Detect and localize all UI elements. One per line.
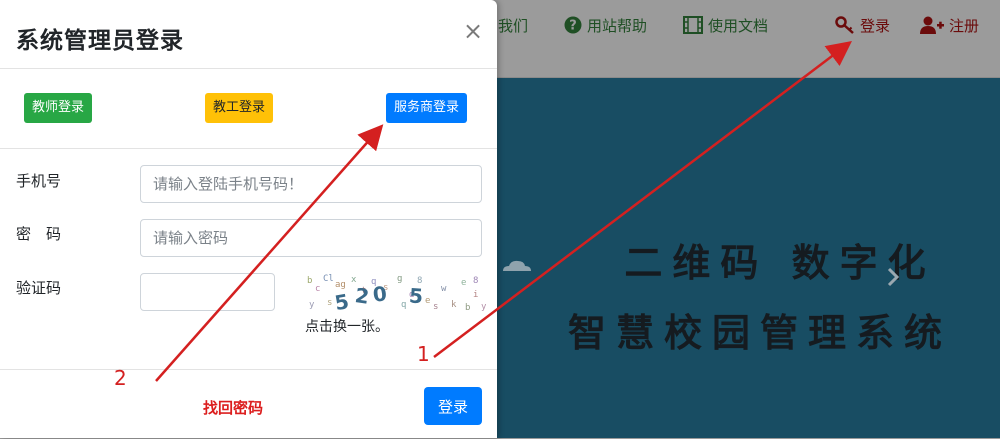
- svg-text:s: s: [327, 298, 332, 308]
- film-icon: [683, 16, 703, 34]
- nav-help-link[interactable]: ? 用站帮助: [564, 14, 647, 36]
- user-plus-icon: [920, 16, 944, 34]
- svg-text:b: b: [307, 276, 312, 286]
- svg-text:c: c: [315, 284, 320, 294]
- nav-docs-link[interactable]: 使用文档: [683, 14, 768, 36]
- nav-about-link[interactable]: 我们: [498, 14, 528, 36]
- teacher-login-button[interactable]: 教师登录: [24, 93, 93, 123]
- svg-text:y: y: [309, 300, 315, 310]
- modal-header: 系统管理员登录 ×: [0, 0, 497, 69]
- svg-text:y: y: [481, 302, 486, 312]
- svg-text:s: s: [433, 302, 438, 312]
- captcha-refresh-hint[interactable]: 点击换一张。: [305, 316, 389, 336]
- svg-text:w: w: [441, 284, 447, 294]
- close-icon[interactable]: ×: [462, 18, 484, 44]
- provider-login-button[interactable]: 服务商登录: [386, 93, 468, 123]
- svg-text:8: 8: [473, 276, 478, 286]
- nav-docs-label: 使用文档: [708, 16, 769, 35]
- nav-register-link[interactable]: 注册: [920, 14, 979, 36]
- svg-text:q: q: [401, 300, 406, 310]
- svg-text:?: ?: [569, 19, 577, 34]
- svg-text:ag: ag: [335, 280, 346, 290]
- nav-about-label: 我们: [498, 16, 529, 35]
- question-circle-icon: ?: [564, 16, 582, 34]
- banner-subheadline: 智慧校园管理系统: [567, 311, 952, 355]
- annotation-marker-2: 2: [114, 366, 127, 390]
- captcha-char-4: 5: [408, 283, 424, 308]
- svg-text:i: i: [473, 290, 478, 300]
- svg-text:g: g: [397, 274, 402, 284]
- svg-text:e: e: [425, 296, 430, 306]
- captcha-label: 验证码: [16, 279, 62, 297]
- banner-headline: 二维码 数字化: [624, 241, 936, 285]
- nav-login-link[interactable]: 登录: [835, 14, 890, 36]
- nav-help-label: 用站帮助: [587, 16, 648, 35]
- password-label: 密 码: [16, 225, 62, 243]
- password-input[interactable]: [140, 219, 482, 257]
- nav-login-label: 登录: [860, 16, 891, 35]
- svg-text:b: b: [465, 303, 470, 313]
- forgot-password-link[interactable]: 找回密码: [203, 397, 263, 418]
- phone-label: 手机号: [16, 172, 62, 190]
- captcha-char-3: 0: [372, 281, 388, 306]
- captcha-input[interactable]: [140, 273, 275, 311]
- svg-text:Cl: Cl: [323, 274, 334, 284]
- svg-text:k: k: [451, 300, 457, 310]
- svg-text:e: e: [461, 278, 466, 288]
- modal-footer: 找回密码 登录: [0, 369, 497, 439]
- login-submit-button[interactable]: 登录: [424, 387, 482, 425]
- carousel-next-icon[interactable]: [885, 266, 901, 288]
- phone-input[interactable]: [140, 165, 482, 203]
- modal-title: 系统管理员登录: [16, 28, 184, 54]
- key-icon: [835, 16, 855, 34]
- login-modal: 系统管理员登录 × 教师登录 教工登录 服务商登录 手机号 密 码 验证码 bc…: [0, 0, 497, 438]
- nav-register-label: 注册: [949, 16, 980, 35]
- staff-login-button[interactable]: 教工登录: [205, 93, 274, 123]
- captcha-image[interactable]: bc Clag xt qs gd 8e wk e8 iy sq sb y 5 2…: [305, 273, 486, 313]
- role-selector: 教师登录 教工登录 服务商登录: [0, 69, 497, 149]
- annotation-marker-1: 1: [417, 342, 430, 366]
